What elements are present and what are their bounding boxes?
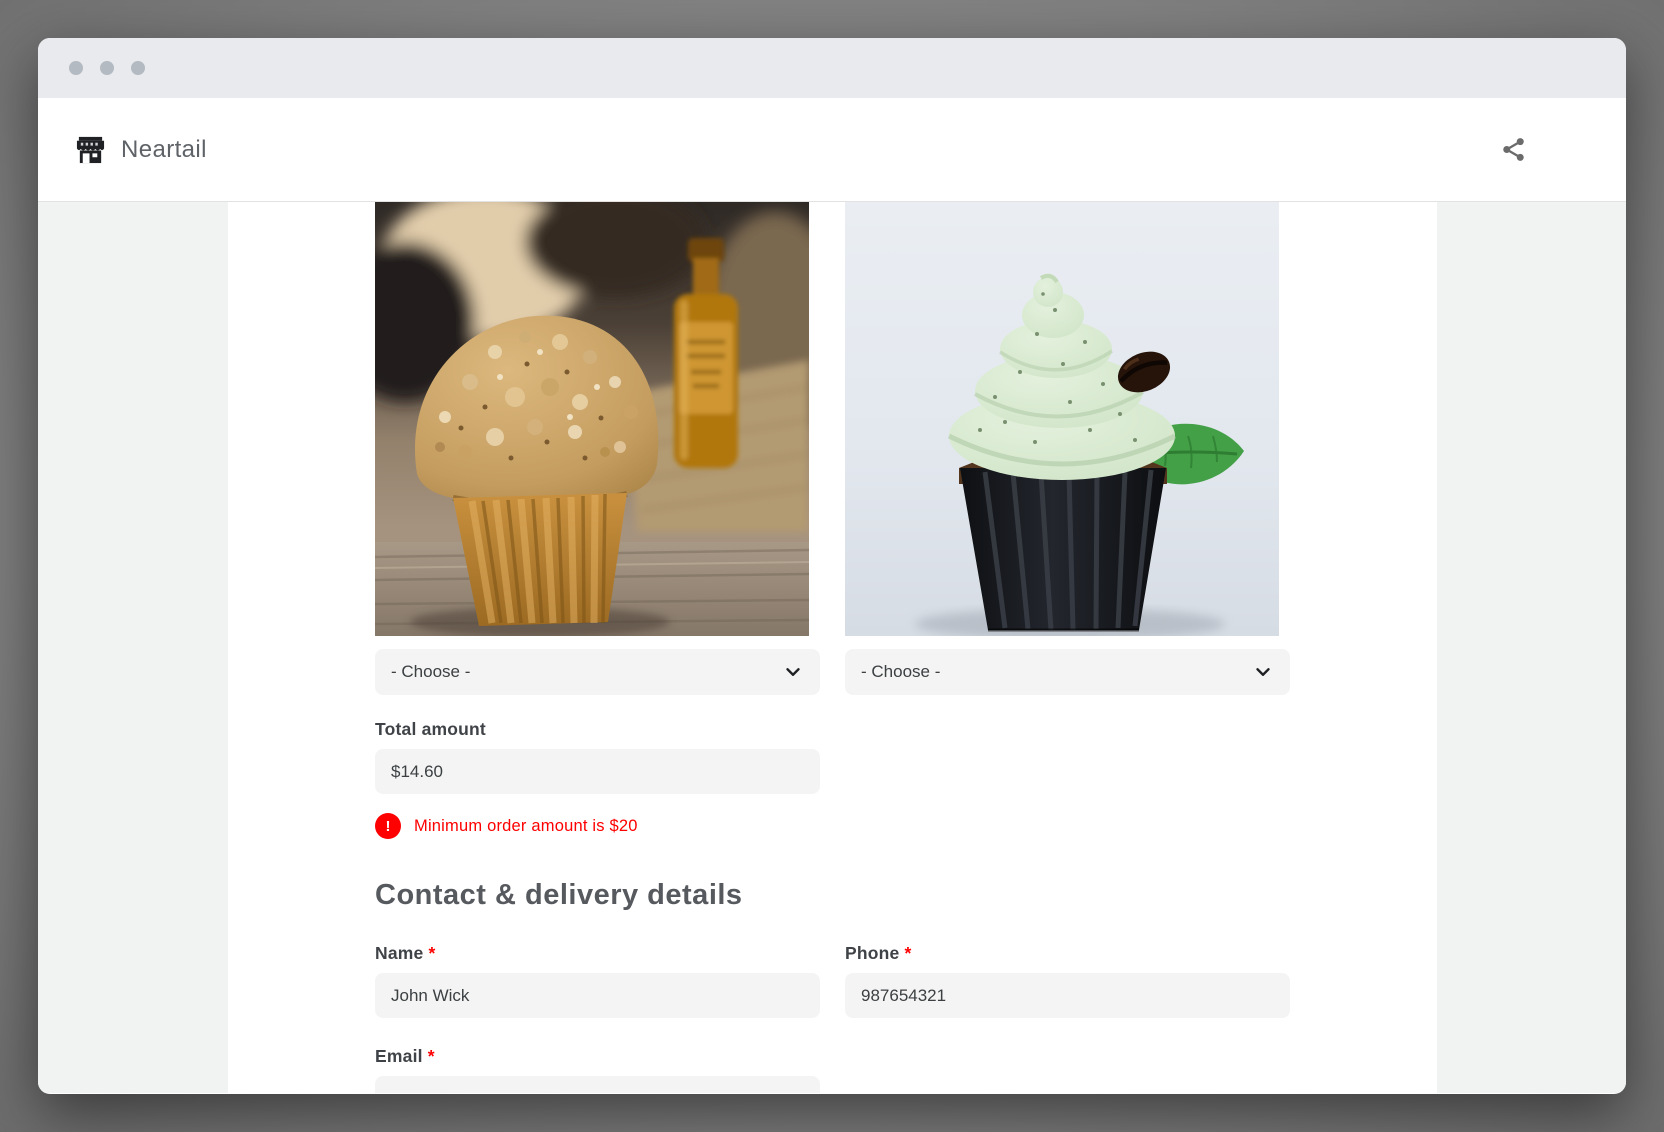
total-amount-label: Total amount [375, 719, 820, 740]
contact-section-heading: Contact & delivery details [375, 879, 820, 912]
required-asterisk: * [428, 943, 435, 963]
cupcake-select-value: - Choose - [861, 662, 940, 682]
phone-field-group: Phone* [845, 943, 1290, 1018]
min-order-error: ! Minimum order amount is $20 [375, 813, 820, 839]
window-control-dot[interactable] [100, 61, 114, 75]
window-titlebar [38, 38, 1626, 98]
browser-window: Neartail [38, 38, 1626, 1094]
contact-fields-row: Name* Phone* [375, 943, 1290, 1018]
total-amount-block: Total amount [375, 719, 820, 794]
app-header: Neartail [38, 98, 1626, 202]
cupcake-quantity-select[interactable]: - Choose - [845, 649, 1290, 695]
alert-exclamation-icon: ! [375, 813, 401, 839]
total-amount-input[interactable] [375, 749, 820, 794]
phone-label: Phone [845, 943, 899, 963]
name-input[interactable] [375, 973, 820, 1018]
chevron-down-icon [1252, 661, 1274, 683]
mint-cupcake-product-image [845, 202, 1279, 636]
brand: Neartail [75, 134, 207, 165]
brand-name: Neartail [121, 136, 207, 164]
required-asterisk: * [904, 943, 911, 963]
error-message: Minimum order amount is $20 [414, 817, 638, 836]
name-field-group: Name* [375, 943, 820, 1018]
storefront-icon [75, 134, 106, 165]
products-row: - Choose - Total amount ! Minimum order … [375, 202, 1290, 912]
chevron-down-icon [782, 661, 804, 683]
product-card-cupcake: - Choose - [845, 202, 1290, 912]
name-label: Name [375, 943, 423, 963]
page-content: - Choose - Total amount ! Minimum order … [38, 202, 1626, 1093]
share-button[interactable] [1498, 135, 1528, 165]
crumb-muffin-product-image [375, 202, 809, 636]
share-icon [1500, 136, 1527, 163]
phone-input[interactable] [845, 973, 1290, 1018]
product-card-muffin: - Choose - Total amount ! Minimum order … [375, 202, 820, 912]
order-form-sheet: - Choose - Total amount ! Minimum order … [228, 202, 1437, 1093]
window-control-dot[interactable] [131, 61, 145, 75]
desktop-background: { "header": { "brand": "Neartail" }, "ic… [0, 0, 1664, 1132]
muffin-select-value: - Choose - [391, 662, 470, 682]
window-control-dot[interactable] [69, 61, 83, 75]
required-asterisk: * [428, 1046, 435, 1066]
email-field-group: Email* [375, 1046, 820, 1093]
email-label: Email [375, 1046, 423, 1066]
muffin-quantity-select[interactable]: - Choose - [375, 649, 820, 695]
email-input[interactable] [375, 1076, 820, 1093]
